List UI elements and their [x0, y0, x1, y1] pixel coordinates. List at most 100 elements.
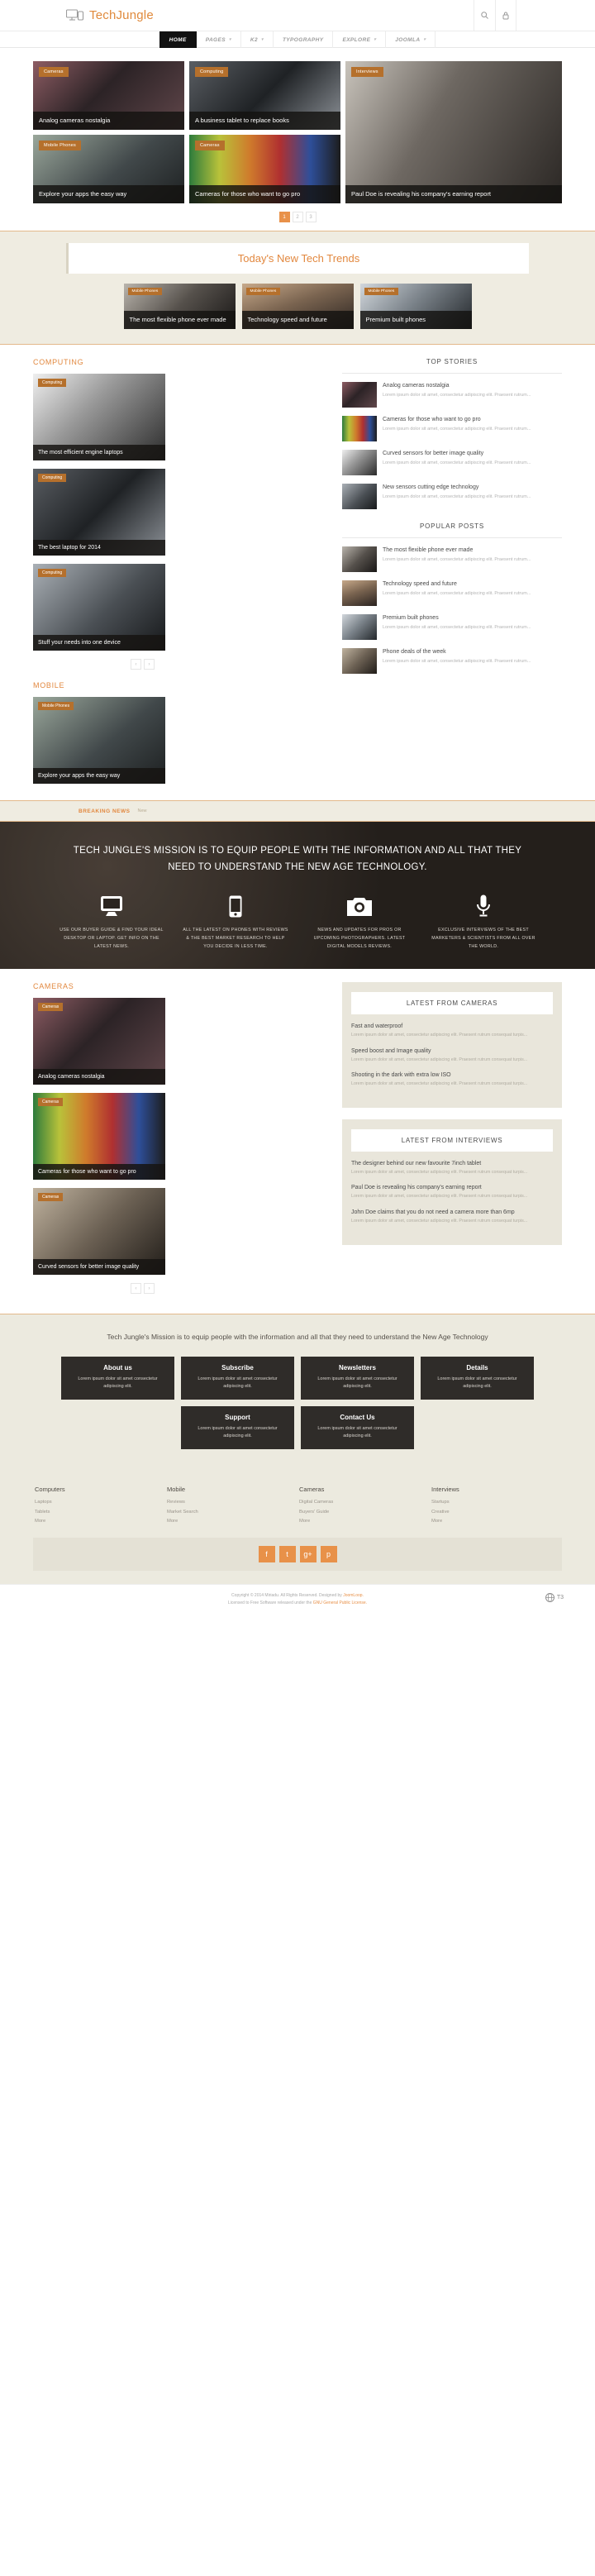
- sidebar-list-item[interactable]: Cameras for those who want to go pro Lore…: [342, 416, 562, 441]
- prev-button[interactable]: ‹: [131, 1283, 141, 1295]
- sidebar-list-item[interactable]: Phone deals of the week Lorem ipsum dolor…: [342, 648, 562, 674]
- category-tag[interactable]: Mobile Phones: [127, 288, 163, 295]
- sidebar-list-item[interactable]: The most flexible phone ever made Lorem i…: [342, 546, 562, 572]
- post-card[interactable]: Cameras Cameras for those who want to go…: [33, 1093, 165, 1181]
- next-button[interactable]: ›: [144, 659, 155, 670]
- category-tag[interactable]: Mobile Phones: [245, 288, 281, 295]
- nav-item-typography[interactable]: TYPOGRAPHY: [274, 31, 334, 48]
- nav-item-joomla[interactable]: JOOMLA ▾: [386, 31, 436, 48]
- panel-list-item[interactable]: Paul Doe is revealing his company's earn…: [351, 1185, 553, 1200]
- nav-item-k2[interactable]: K2 ▾: [241, 31, 274, 48]
- category-tag[interactable]: Cameras: [39, 67, 69, 77]
- t3-badge[interactable]: T3: [545, 1593, 564, 1603]
- footer-box-support[interactable]: Support Lorem ipsum dolor sit amet consec…: [181, 1406, 294, 1450]
- footer-box-subscribe[interactable]: Subscribe Lorem ipsum dolor sit amet cons…: [181, 1357, 294, 1400]
- google-plus-icon[interactable]: g+: [299, 1546, 317, 1563]
- lock-icon[interactable]: [495, 0, 516, 31]
- category-tag[interactable]: Cameras: [195, 141, 225, 150]
- trend-card[interactable]: Mobile Phones Technology speed and futur…: [241, 284, 354, 329]
- category-tag[interactable]: Cameras: [38, 1193, 64, 1202]
- pinterest-icon[interactable]: p: [320, 1546, 337, 1563]
- category-tag[interactable]: Interviews: [351, 67, 383, 77]
- footer-box-newsletters[interactable]: Newsletters Lorem ipsum dolor sit amet co…: [301, 1357, 414, 1400]
- pagination-dot-1[interactable]: 1: [278, 212, 290, 222]
- license-link[interactable]: GNU General Public License.: [313, 1600, 367, 1605]
- category-tag[interactable]: Computing: [195, 67, 229, 77]
- footer-link[interactable]: More: [167, 1517, 298, 1526]
- twitter-icon[interactable]: t: [278, 1546, 296, 1563]
- trends-title-box: Today's New Tech Trends: [66, 243, 529, 274]
- footer-link[interactable]: More: [431, 1517, 562, 1526]
- footer-link[interactable]: Digital Cameras: [299, 1498, 430, 1507]
- footer-column-computers: Computers Laptops Tablets More: [33, 1486, 165, 1526]
- hero-card-featured[interactable]: Interviews Paul Doe is revealing his com…: [345, 61, 562, 203]
- post-card[interactable]: Mobile Phones Explore your apps the easy…: [33, 697, 165, 784]
- category-tag[interactable]: Computing: [38, 569, 67, 577]
- hero-card[interactable]: Cameras Cameras for those who want to go…: [189, 135, 340, 203]
- panel-list-item[interactable]: Speed boost and Image quality Lorem ipsum…: [351, 1048, 553, 1063]
- footer-link[interactable]: Laptops: [35, 1498, 165, 1507]
- footer-link[interactable]: Reviews: [167, 1498, 298, 1507]
- category-tag[interactable]: Computing: [38, 474, 67, 482]
- feature-text: NEWS AND UPDATES FOR PROS OR UPCOMING PH…: [313, 928, 406, 949]
- footer-link[interactable]: Tablets: [35, 1508, 165, 1517]
- sidebar-list-item[interactable]: Technology speed and future Lorem ipsum d…: [342, 580, 562, 606]
- trend-card[interactable]: Mobile Phones Premium built phones: [359, 284, 472, 329]
- designer-link[interactable]: JoomLoop.: [343, 1593, 364, 1598]
- hero-card[interactable]: Cameras Analog cameras nostalgia: [33, 61, 184, 130]
- feature-interviews[interactable]: EXCLUSIVE INTERVIEWS OF THE BEST MARKETE…: [421, 894, 545, 951]
- nav-item-home[interactable]: HOME: [159, 31, 197, 48]
- category-tag[interactable]: Mobile Phones: [38, 702, 74, 710]
- category-tag[interactable]: Mobile Phones: [39, 141, 81, 150]
- post-card[interactable]: Cameras Analog cameras nostalgia: [33, 998, 165, 1085]
- footer-box-contact-us[interactable]: Contact Us Lorem ipsum dolor sit amet con…: [301, 1406, 414, 1450]
- trend-card[interactable]: Mobile Phones The most flexible phone ev…: [123, 284, 236, 329]
- breaking-news-item[interactable]: New: [137, 809, 146, 813]
- footer-link[interactable]: More: [35, 1517, 165, 1526]
- footer-box-about-us[interactable]: About us Lorem ipsum dolor sit amet conse…: [61, 1357, 174, 1400]
- hero-card[interactable]: Mobile Phones Explore your apps the easy…: [33, 135, 184, 203]
- nav-item-explore[interactable]: EXPLORE ▾: [333, 31, 387, 48]
- section-title-mobile: MOBILE: [33, 681, 65, 689]
- footer-link[interactable]: Buyers' Guide: [299, 1508, 430, 1517]
- category-tag[interactable]: Mobile Phones: [364, 288, 399, 295]
- footer-link[interactable]: Startups: [431, 1498, 562, 1507]
- feature-computers[interactable]: USE OUR BUYER GUIDE & FIND YOUR IDEAL DE…: [50, 894, 174, 951]
- nav-item-label: TYPOGRAPHY: [282, 36, 324, 43]
- post-card[interactable]: Computing The most efficient engine lapt…: [33, 374, 165, 460]
- prev-button[interactable]: ‹: [131, 659, 141, 670]
- category-tag[interactable]: Cameras: [38, 1003, 64, 1012]
- panel-list-item[interactable]: John Doe claims that you do not need a c…: [351, 1209, 553, 1224]
- panel-list-item[interactable]: The designer behind our new favourite 7i…: [351, 1161, 553, 1176]
- feature-cameras[interactable]: NEWS AND UPDATES FOR PROS OR UPCOMING PH…: [298, 894, 421, 951]
- footer-link[interactable]: Market Search: [167, 1508, 298, 1517]
- computing-carousel-controls: ‹ ›: [131, 659, 331, 670]
- panel-list-item[interactable]: Fast and waterproof Lorem ipsum dolor sit…: [351, 1023, 553, 1038]
- logo[interactable]: TechJungle: [65, 8, 154, 22]
- sidebar-list-item[interactable]: Premium built phones Lorem ipsum dolor si…: [342, 614, 562, 640]
- category-tag[interactable]: Cameras: [38, 1098, 64, 1107]
- nav-item-pages[interactable]: PAGES ▾: [197, 31, 241, 48]
- panel-list-item[interactable]: Shooting in the dark with extra low ISO L…: [351, 1072, 553, 1087]
- pagination-dot-2[interactable]: 2: [292, 212, 303, 222]
- feature-phones[interactable]: ALL THE LATEST ON PHONES WITH REVIEWS & …: [174, 894, 298, 951]
- footer-link[interactable]: Creative: [431, 1508, 562, 1517]
- post-card[interactable]: Computing The best laptop for 2014: [33, 469, 165, 556]
- hero-card[interactable]: Computing A business tablet to replace b…: [189, 61, 340, 130]
- footer-box-details[interactable]: Details Lorem ipsum dolor sit amet consec…: [421, 1357, 534, 1400]
- pagination-dot-3[interactable]: 3: [305, 212, 317, 222]
- sidebar-list-item[interactable]: Curved sensors for better image quality L…: [342, 450, 562, 475]
- post-card[interactable]: Cameras Curved sensors for better image …: [33, 1188, 165, 1276]
- search-icon[interactable]: [474, 0, 495, 31]
- widget-top-stories: TOP STORIES Analog cameras nostalgia Lore…: [342, 358, 562, 509]
- sidebar-list-item[interactable]: Analog cameras nostalgia Lorem ipsum dolo…: [342, 382, 562, 408]
- category-tag[interactable]: Computing: [38, 379, 67, 387]
- facebook-icon[interactable]: f: [258, 1546, 275, 1563]
- footer-link[interactable]: More: [299, 1517, 430, 1526]
- next-button[interactable]: ›: [144, 1283, 155, 1295]
- camera-icon: [306, 894, 413, 918]
- list-item-title: Curved sensors for better image quality: [383, 451, 484, 456]
- list-item-title: Analog cameras nostalgia: [383, 383, 450, 389]
- sidebar-list-item[interactable]: New sensors cutting edge technology Lorem…: [342, 484, 562, 509]
- post-card[interactable]: Computing Stuff your needs into one devi…: [33, 564, 165, 651]
